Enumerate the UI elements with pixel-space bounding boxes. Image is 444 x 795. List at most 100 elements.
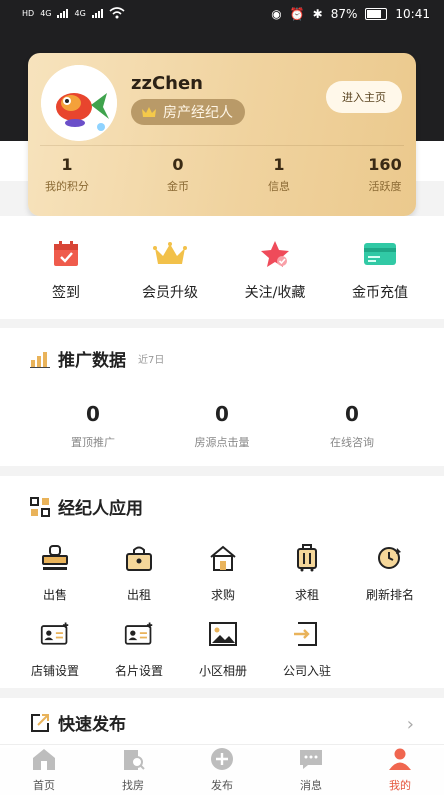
tab-publish[interactable]: 发布 bbox=[192, 747, 252, 793]
promo-label: 在线咨询 bbox=[330, 436, 374, 449]
stat-value: 160 bbox=[368, 155, 402, 174]
stat-value: 1 bbox=[273, 155, 285, 174]
app-buy-request[interactable]: 求购 bbox=[188, 544, 258, 603]
battery-icon bbox=[365, 8, 388, 20]
coin-recharge-label: 金币充值 bbox=[352, 285, 408, 301]
card-divider bbox=[40, 145, 404, 146]
tab-label: 找房 bbox=[122, 779, 144, 792]
app-card-settings[interactable]: 名片设置 bbox=[104, 620, 174, 679]
calendar-check-icon bbox=[54, 241, 78, 266]
find-house-icon bbox=[124, 750, 145, 770]
status-bar: HD 4G 4G ◉ ⏰ ✱ 87% 10:41 bbox=[0, 0, 444, 30]
stat-label: 信息 bbox=[268, 180, 290, 193]
network-indicators: HD 4G 4G bbox=[22, 7, 125, 19]
agent-apps-title-text: 经纪人应用 bbox=[58, 499, 143, 519]
home-icon bbox=[33, 749, 55, 770]
tab-label: 消息 bbox=[300, 779, 322, 792]
profile-icon bbox=[389, 748, 411, 770]
tab-home[interactable]: 首页 bbox=[14, 747, 74, 793]
app-refresh-ranking[interactable]: 刷新排名 bbox=[355, 544, 425, 603]
app-label: 刷新排名 bbox=[365, 588, 414, 602]
promo-value: 0 bbox=[86, 402, 100, 426]
app-rent-request[interactable]: 求租 bbox=[272, 544, 342, 603]
clock: 10:41 bbox=[395, 7, 430, 21]
stat-messages[interactable]: 1 信息 bbox=[239, 155, 319, 194]
bottom-tab-bar: 首页 找房 发布 消息 我的 bbox=[0, 744, 444, 795]
star-icon bbox=[261, 241, 289, 267]
checkin-label: 签到 bbox=[52, 285, 80, 301]
publish-icon bbox=[31, 713, 49, 732]
tab-find-house[interactable]: 找房 bbox=[103, 747, 163, 793]
hd-label: HD bbox=[22, 8, 35, 18]
chevron-right-icon: › bbox=[406, 714, 414, 735]
app-rent-out[interactable]: 出租 bbox=[104, 544, 174, 603]
follow-favorites-label: 关注/收藏 bbox=[244, 285, 306, 301]
plus-circle-icon bbox=[211, 748, 233, 770]
avatar[interactable] bbox=[41, 65, 117, 141]
quick-actions: 签到 会员升级 关注/收藏 金币充值 bbox=[0, 216, 444, 319]
signal-icon bbox=[57, 8, 69, 18]
quick-publish-row[interactable]: 快速发布 › bbox=[0, 698, 444, 748]
app-company-join[interactable]: 公司入驻 bbox=[272, 620, 342, 679]
app-shop-settings[interactable]: 店铺设置 bbox=[20, 620, 90, 679]
eye-icon: ◉ bbox=[271, 7, 282, 21]
tab-label: 发布 bbox=[211, 779, 233, 792]
bar-chart-icon bbox=[30, 351, 50, 368]
tab-label: 我的 bbox=[389, 779, 411, 792]
business-card-icon bbox=[124, 622, 153, 645]
member-upgrade-label: 会员升级 bbox=[142, 285, 198, 301]
checkin-button[interactable]: 签到 bbox=[26, 240, 106, 302]
apps-grid-icon bbox=[30, 496, 50, 517]
promo-value: 0 bbox=[215, 402, 229, 426]
stamp-icon bbox=[42, 545, 68, 570]
id-card-add-icon bbox=[40, 622, 69, 645]
tab-label: 首页 bbox=[33, 779, 55, 792]
app-label: 出售 bbox=[42, 588, 67, 602]
promo-stat-clicks[interactable]: 0 房源点击量 bbox=[152, 402, 292, 450]
app-label: 求租 bbox=[294, 588, 319, 602]
stat-points[interactable]: 1 我的积分 bbox=[27, 155, 107, 194]
app-sell[interactable]: 出售 bbox=[20, 544, 90, 603]
stat-label: 活跃度 bbox=[368, 180, 402, 193]
promo-stat-consult[interactable]: 0 在线咨询 bbox=[282, 402, 422, 450]
app-label: 出租 bbox=[126, 588, 151, 602]
promo-label: 置顶推广 bbox=[71, 436, 115, 449]
signal-icon-2 bbox=[91, 8, 103, 18]
bluetooth-icon: ✱ bbox=[312, 7, 323, 21]
company-join-icon bbox=[294, 622, 317, 646]
app-label: 店铺设置 bbox=[30, 664, 79, 678]
card-icon bbox=[364, 243, 396, 265]
status-right: ◉ ⏰ ✱ 87% 10:41 bbox=[271, 7, 430, 21]
app-label: 公司入驻 bbox=[282, 664, 331, 678]
coin-recharge-button[interactable]: 金币充值 bbox=[340, 240, 420, 302]
agent-apps-title: 经纪人应用 bbox=[30, 494, 143, 519]
app-label: 小区相册 bbox=[198, 664, 247, 678]
stat-label: 我的积分 bbox=[45, 180, 89, 193]
promo-label: 房源点击量 bbox=[194, 436, 250, 449]
role-label: 房产经纪人 bbox=[163, 105, 233, 121]
house-icon bbox=[210, 545, 236, 571]
stat-coins[interactable]: 0 金币 bbox=[138, 155, 218, 194]
quick-publish-text: 快速发布 bbox=[58, 715, 126, 735]
member-upgrade-button[interactable]: 会员升级 bbox=[130, 240, 210, 302]
tab-profile[interactable]: 我的 bbox=[370, 747, 430, 793]
follow-favorites-button[interactable]: 关注/收藏 bbox=[235, 240, 315, 302]
battery-percent: 87% bbox=[330, 7, 358, 21]
avatar-fish-icon bbox=[41, 65, 117, 141]
4g-label-2: 4G bbox=[74, 8, 86, 18]
stat-value: 1 bbox=[61, 155, 73, 174]
promotion-title-text: 推广数据 bbox=[58, 351, 126, 371]
app-community-album[interactable]: 小区相册 bbox=[188, 620, 258, 679]
app-label: 求购 bbox=[210, 588, 235, 602]
enter-homepage-button[interactable]: 进入主页 bbox=[326, 81, 402, 113]
crown-icon bbox=[153, 242, 187, 264]
promotion-title: 推广数据 近7日 bbox=[30, 346, 164, 371]
luggage-icon bbox=[297, 544, 317, 572]
photo-icon bbox=[209, 622, 237, 646]
refresh-icon bbox=[378, 547, 401, 569]
stat-activity[interactable]: 160 活跃度 bbox=[345, 155, 425, 194]
message-icon bbox=[300, 750, 322, 769]
promo-stat-top[interactable]: 0 置顶推广 bbox=[23, 402, 163, 450]
tab-messages[interactable]: 消息 bbox=[281, 747, 341, 793]
username: zzChen bbox=[131, 73, 203, 94]
